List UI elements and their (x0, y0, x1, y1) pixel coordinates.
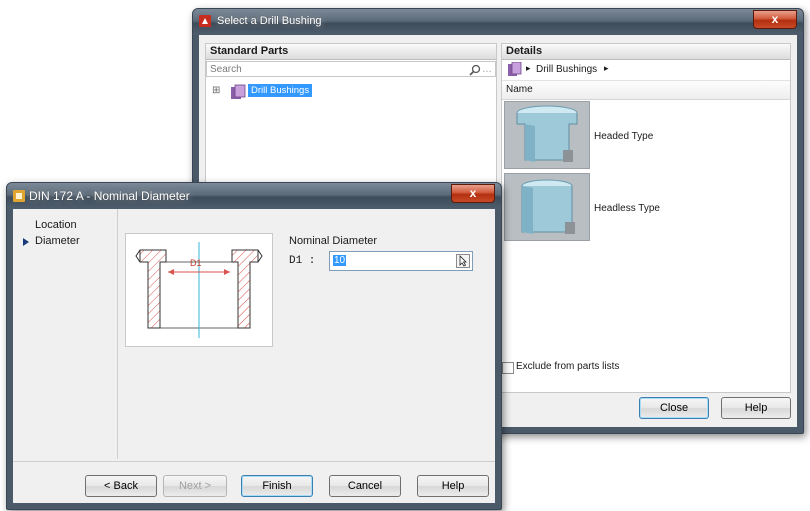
back-window-titlebar[interactable]: Select a Drill Bushing x (193, 9, 803, 35)
help-button[interactable]: Help (417, 475, 489, 497)
breadcrumb: ▸ Drill Bushings ▸ (502, 60, 790, 81)
headless-bushing-icon (521, 179, 575, 234)
exclude-label: Exclude from parts lists (516, 361, 620, 372)
d1-input-value: 10 (333, 255, 347, 266)
d1-input[interactable]: 10 (329, 251, 473, 271)
tree-item-drill-bushings[interactable]: ⊞ Drill Bushings (212, 84, 332, 100)
close-button[interactable]: Close (639, 397, 709, 419)
front-window-titlebar[interactable]: DIN 172 A - Nominal Diameter x (7, 183, 501, 209)
finish-button[interactable]: Finish (241, 475, 313, 497)
d1-field-label: D1 : (289, 255, 316, 267)
headless-type-label: Headless Type (594, 203, 660, 214)
tree-expand-icon[interactable]: ⊞ (212, 85, 220, 96)
breadcrumb-separator-icon: ▸ (526, 63, 531, 73)
list-item-headed-type[interactable]: Headed Type (504, 101, 764, 171)
headed-type-thumbnail (504, 101, 590, 169)
name-column-header[interactable]: Name (502, 81, 790, 100)
search-icon[interactable] (469, 64, 481, 76)
bushing-diagram: D1 (125, 233, 273, 347)
nominal-diameter-label: Nominal Diameter (289, 235, 378, 247)
app-icon (199, 15, 211, 27)
diagram-d1-label: D1 (190, 258, 202, 268)
name-column-label: Name (506, 84, 533, 95)
bushing-section-diagram-icon (135, 242, 263, 338)
next-button[interactable]: Next > (163, 475, 227, 497)
exclude-from-parts-lists-checkbox[interactable]: Exclude from parts lists (502, 361, 662, 375)
list-item-headless-type[interactable]: Headless Type (504, 173, 764, 243)
cancel-button[interactable]: Cancel (329, 475, 401, 497)
nav-item-diameter[interactable]: Diameter (35, 235, 80, 247)
headless-type-thumbnail (504, 173, 590, 241)
front-window-close-icon[interactable]: x (451, 184, 495, 203)
front-window-body: Location Diameter D1 Nominal Diameter D1… (13, 209, 495, 503)
drill-bushing-folder-icon (231, 84, 246, 99)
tree-item-label: Drill Bushings (248, 84, 313, 97)
drill-bushing-breadcrumb-icon (508, 62, 522, 76)
current-step-arrow-icon (23, 238, 29, 246)
details-panel: Details ▸ Drill Bushings ▸ Name Headed T… (501, 43, 791, 393)
search-placeholder: Search (210, 64, 242, 75)
details-header: Details (502, 44, 790, 60)
nav-item-location[interactable]: Location (35, 219, 77, 231)
help-button[interactable]: Help (721, 397, 791, 419)
checkbox-box[interactable] (502, 362, 514, 374)
pick-from-drawing-icon[interactable] (456, 254, 470, 268)
standard-parts-header: Standard Parts (206, 44, 496, 60)
back-button[interactable]: < Back (85, 475, 157, 497)
wizard-nav: Location Diameter (13, 209, 118, 459)
back-window-close-icon[interactable]: x (753, 10, 797, 29)
search-options-icon[interactable]: … (482, 62, 492, 78)
headed-bushing-icon (516, 105, 578, 162)
breadcrumb-separator-icon: ▸ (604, 63, 609, 73)
headed-type-label: Headed Type (594, 131, 654, 142)
front-window-title: DIN 172 A - Nominal Diameter (29, 189, 190, 203)
app-icon (13, 190, 25, 202)
footer-divider (13, 461, 495, 462)
search-input[interactable]: Search … (206, 61, 496, 77)
breadcrumb-item[interactable]: Drill Bushings (536, 64, 597, 75)
din-172-nominal-diameter-window: DIN 172 A - Nominal Diameter x Location … (6, 182, 502, 510)
back-window-title: Select a Drill Bushing (217, 15, 322, 27)
